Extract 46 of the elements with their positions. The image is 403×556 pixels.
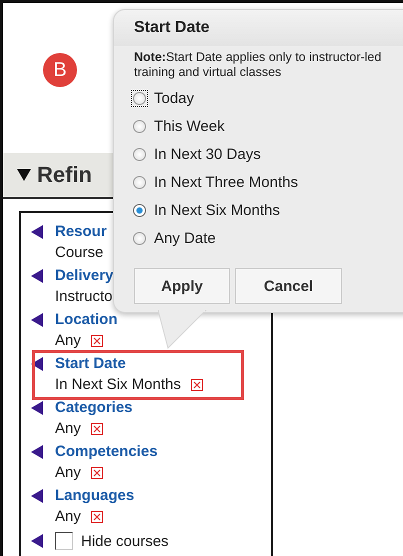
radio-button[interactable] bbox=[133, 120, 146, 132]
remove-icon[interactable] bbox=[90, 466, 103, 478]
filter-title[interactable]: Resour bbox=[55, 223, 107, 240]
remove-icon[interactable] bbox=[190, 378, 203, 390]
radio-button[interactable] bbox=[133, 232, 146, 244]
remove-icon[interactable] bbox=[90, 510, 103, 522]
note-text: Note:Start Date applies only to instructor-led training and virtual classes bbox=[134, 50, 382, 80]
radio-button[interactable] bbox=[133, 148, 146, 160]
radio-label[interactable]: In Next 30 Days bbox=[154, 146, 261, 162]
letter-badge: B bbox=[43, 53, 77, 87]
remove-icon[interactable] bbox=[90, 422, 103, 434]
expand-triangle-icon[interactable] bbox=[17, 169, 31, 181]
filter-title[interactable]: Languages bbox=[55, 487, 134, 504]
radio-button[interactable] bbox=[133, 204, 146, 216]
radio-label[interactable]: In Next Six Months bbox=[154, 202, 280, 218]
radio-label[interactable]: Today bbox=[154, 90, 194, 106]
filter-value: Any bbox=[55, 508, 81, 525]
collapse-triangle-icon[interactable] bbox=[31, 488, 43, 502]
remove-icon[interactable] bbox=[90, 334, 103, 346]
filter-value: Any bbox=[55, 332, 81, 349]
collapse-triangle-icon[interactable] bbox=[31, 268, 43, 282]
radio-button[interactable] bbox=[133, 176, 146, 188]
radio-label[interactable]: Any Date bbox=[154, 230, 216, 246]
collapse-triangle-icon[interactable] bbox=[31, 400, 43, 414]
collapse-triangle-icon[interactable] bbox=[31, 444, 43, 458]
filter-value: In Next Six Months bbox=[55, 376, 181, 393]
section-heading: Refin bbox=[37, 162, 92, 188]
apply-button[interactable]: Apply bbox=[134, 268, 230, 304]
filter-value: Instructo bbox=[55, 288, 113, 305]
cancel-button[interactable]: Cancel bbox=[235, 268, 342, 304]
filter-title[interactable]: Delivery bbox=[55, 267, 114, 284]
popover-title: Start Date bbox=[114, 10, 403, 46]
filter-title[interactable]: Location bbox=[55, 311, 118, 328]
radio-label[interactable]: This Week bbox=[154, 118, 225, 134]
collapse-triangle-icon[interactable] bbox=[31, 534, 43, 548]
collapse-triangle-icon[interactable] bbox=[31, 312, 43, 326]
filter-value: Course bbox=[55, 244, 104, 261]
filter-title[interactable]: Categories bbox=[55, 399, 133, 416]
filter-value: Any bbox=[55, 464, 81, 481]
filter-title[interactable]: Start Date bbox=[55, 355, 126, 372]
filter-title[interactable]: Competencies bbox=[55, 443, 158, 460]
checkbox-label: Hide courses bbox=[81, 532, 169, 550]
radio-label[interactable]: In Next Three Months bbox=[154, 174, 298, 190]
collapse-triangle-icon[interactable] bbox=[31, 224, 43, 238]
filter-value: Any bbox=[55, 420, 81, 437]
checkbox[interactable] bbox=[55, 532, 73, 550]
